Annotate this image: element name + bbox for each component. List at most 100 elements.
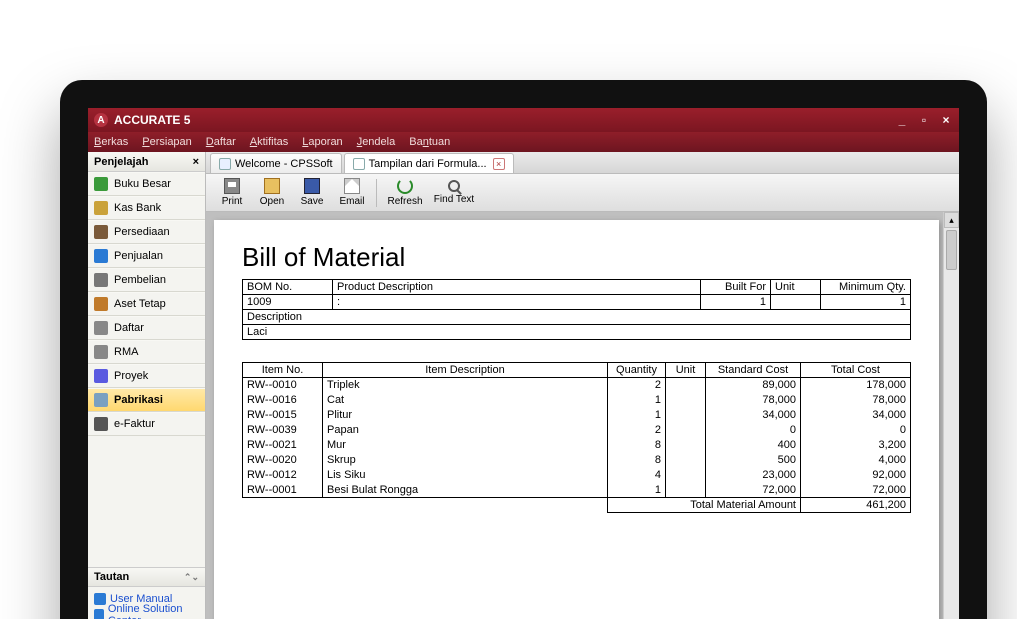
sidebar-item-rma[interactable]: RMA (88, 340, 205, 364)
open-button[interactable]: Open (252, 175, 292, 211)
cell: 92,000 (801, 468, 911, 483)
menu-berkas[interactable]: Berkas (94, 136, 128, 148)
col-min-qty: Minimum Qty. (821, 280, 911, 295)
toolbar-separator (376, 179, 377, 207)
vertical-scrollbar[interactable]: ▴ ▾ (943, 212, 959, 619)
table-row: RW--0015Plitur134,00034,000 (243, 408, 911, 423)
sidebar-item-pembelian[interactable]: Pembelian (88, 268, 205, 292)
doc-tab[interactable]: Welcome - CPSSoft (210, 153, 342, 173)
document-tabs: Welcome - CPSSoftTampilan dari Formula..… (206, 152, 959, 174)
module-icon (94, 225, 108, 239)
table-row: RW--0016Cat178,00078,000 (243, 393, 911, 408)
cell: RW--0010 (243, 378, 323, 393)
link-label: Online Solution Center (108, 603, 199, 619)
cell: Plitur (323, 408, 608, 423)
refresh-icon (397, 178, 413, 194)
cell (666, 453, 706, 468)
cell: 78,000 (801, 393, 911, 408)
sidebar-item-label: Kas Bank (114, 202, 161, 214)
cell: Skrup (323, 453, 608, 468)
module-icon (94, 297, 108, 311)
cell: RW--0020 (243, 453, 323, 468)
menu-jendela[interactable]: Jendela (357, 136, 396, 148)
menu-daftar[interactable]: Daftar (206, 136, 236, 148)
cell: 3,200 (801, 438, 911, 453)
module-icon (94, 273, 108, 287)
menu-persiapan[interactable]: Persiapan (142, 136, 192, 148)
cell (666, 378, 706, 393)
maximize-button[interactable]: ▫ (917, 113, 931, 127)
hdr-qty: Quantity (608, 363, 666, 378)
cell: RW--0012 (243, 468, 323, 483)
cell: 500 (706, 453, 801, 468)
document-viewport: ▴ ▾ Bill of Material BOM No. Product Des… (206, 212, 959, 619)
scroll-thumb[interactable] (946, 230, 957, 270)
cell (666, 423, 706, 438)
link-icon (94, 609, 104, 619)
sidebar-item-label: Pabrikasi (114, 394, 163, 406)
tautan-header[interactable]: Tautan ⌃⌄ (88, 567, 205, 587)
module-icon (94, 393, 108, 407)
sidebar-item-aset-tetap[interactable]: Aset Tetap (88, 292, 205, 316)
sidebar-item-label: Buku Besar (114, 178, 171, 190)
table-row: RW--0012Lis Siku423,00092,000 (243, 468, 911, 483)
envelope-icon (344, 178, 360, 194)
bom-header-table: BOM No. Product Description Built For Un… (242, 279, 911, 340)
close-button[interactable]: × (939, 113, 953, 127)
email-button[interactable]: Email (332, 175, 372, 211)
cell: RW--0021 (243, 438, 323, 453)
menu-aktifitas[interactable]: Aktifitas (250, 136, 289, 148)
hdr-unit: Unit (666, 363, 706, 378)
cell: Triplek (323, 378, 608, 393)
scroll-up-button[interactable]: ▴ (944, 212, 959, 228)
footer-value: 461,200 (801, 498, 911, 513)
cell: Besi Bulat Rongga (323, 483, 608, 498)
refresh-button[interactable]: Refresh (381, 175, 429, 211)
save-button[interactable]: Save (292, 175, 332, 211)
module-icon (94, 249, 108, 263)
link-icon (94, 593, 106, 605)
sidebar-close-button[interactable]: × (193, 156, 199, 168)
cell: 2 (608, 423, 666, 438)
cell: Cat (323, 393, 608, 408)
menu-bantuan[interactable]: Bantuan (409, 136, 450, 148)
module-icon (94, 417, 108, 431)
cell (666, 483, 706, 498)
report-toolbar: Print Open Save Email (206, 174, 959, 212)
sidebar-item-proyek[interactable]: Proyek (88, 364, 205, 388)
sidebar-item-penjualan[interactable]: Penjualan (88, 244, 205, 268)
document-icon (353, 158, 365, 170)
hdr-std-cost: Standard Cost (706, 363, 801, 378)
sidebar-item-label: Pembelian (114, 274, 166, 286)
menu-laporan[interactable]: Laporan (302, 136, 342, 148)
link-online-solution-center[interactable]: Online Solution Center (94, 607, 199, 619)
sidebar-item-e-faktur[interactable]: e-Faktur (88, 412, 205, 436)
cell: 34,000 (801, 408, 911, 423)
floppy-icon (304, 178, 320, 194)
sidebar-item-daftar[interactable]: Daftar (88, 316, 205, 340)
hdr-item-no: Item No. (243, 363, 323, 378)
cell: 2 (608, 378, 666, 393)
sidebar-item-persediaan[interactable]: Persediaan (88, 220, 205, 244)
navigation-list: Buku Besar Kas Bank PersediaanPenjualan Pem… (88, 172, 205, 436)
report-title: Bill of Material (242, 242, 911, 273)
report-page: Bill of Material BOM No. Product Descrip… (214, 220, 939, 619)
table-row: RW--0001Besi Bulat Rongga172,00072,000 (243, 483, 911, 498)
table-row: RW--0020Skrup85004,000 (243, 453, 911, 468)
sidebar-item-buku-besar[interactable]: Buku Besar (88, 172, 205, 196)
cell: RW--0001 (243, 483, 323, 498)
val-unit (771, 295, 821, 310)
cell: 72,000 (801, 483, 911, 498)
app-title: ACCURATE 5 (114, 113, 190, 127)
col-description: Description (243, 310, 911, 325)
print-button[interactable]: Print (212, 175, 252, 211)
links-list: User ManualOnline Solution CenterFaceboo… (88, 587, 205, 619)
find-text-button[interactable]: Find Text (429, 175, 479, 211)
minimize-button[interactable]: _ (895, 113, 909, 127)
tab-close-button[interactable]: × (493, 158, 505, 170)
sidebar-item-pabrikasi[interactable]: Pabrikasi (88, 388, 205, 412)
sidebar-item-kas-bank[interactable]: Kas Bank (88, 196, 205, 220)
doc-tab[interactable]: Tampilan dari Formula...× (344, 153, 514, 173)
cell: RW--0039 (243, 423, 323, 438)
module-icon (94, 201, 108, 215)
